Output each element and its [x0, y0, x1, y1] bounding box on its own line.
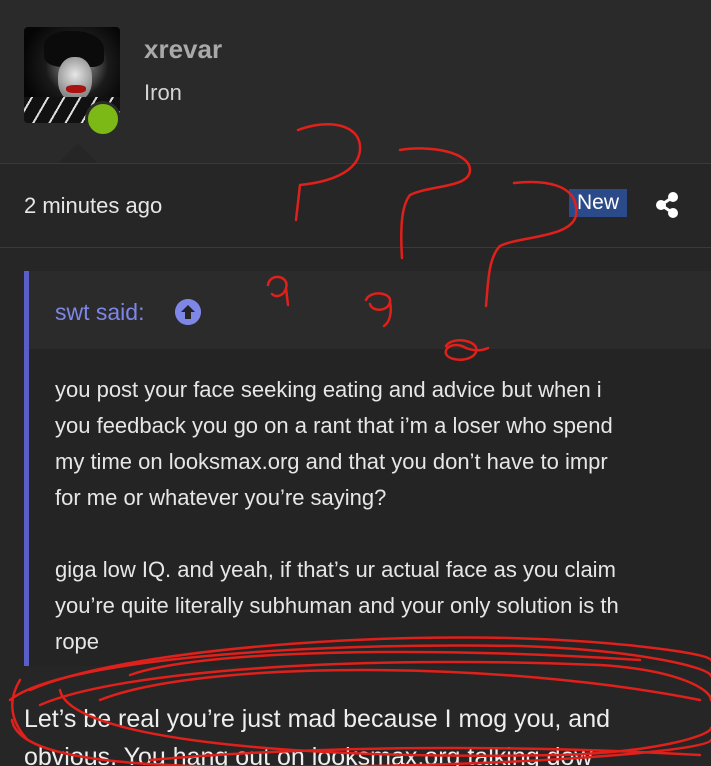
post-meta: 2 minutes ago New	[0, 163, 711, 248]
message-arrow	[58, 143, 98, 163]
share-icon[interactable]	[654, 191, 680, 219]
thread-post-page: xrevar Iron 2 minutes ago New swt said: …	[0, 0, 711, 766]
quote-block: swt said: you post your face seeking eat…	[24, 271, 711, 666]
arrow-up-circle-icon[interactable]	[175, 299, 201, 325]
quote-text: you post your face seeking eating and ad…	[55, 377, 619, 654]
user-header: xrevar Iron	[0, 0, 711, 164]
user-title: Iron	[144, 80, 182, 105]
new-badge: New	[569, 189, 628, 217]
post-timestamp[interactable]: 2 minutes ago	[24, 193, 162, 219]
online-status-icon	[85, 101, 121, 137]
username-link[interactable]: xrevar	[144, 34, 222, 65]
quote-author-link[interactable]: swt said:	[55, 299, 144, 326]
quote-header: swt said:	[29, 271, 711, 349]
reply-text: Let’s be real you’re just mad because I …	[24, 705, 610, 766]
